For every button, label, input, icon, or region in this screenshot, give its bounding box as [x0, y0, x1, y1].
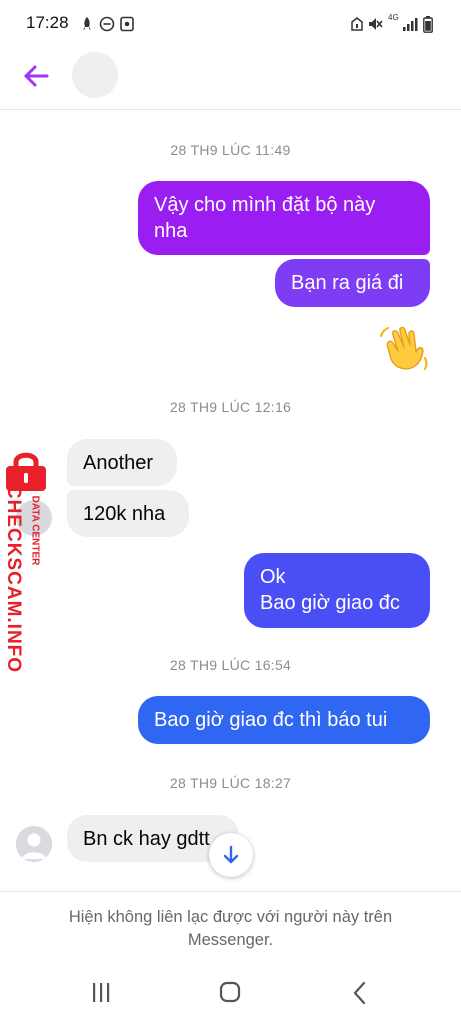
recent-apps-icon[interactable]: [81, 978, 121, 1008]
default-avatar-icon: [16, 826, 52, 862]
contact-avatar-small[interactable]: [16, 826, 52, 862]
watermark-main-text: CHECKSCAM.INFO: [3, 484, 24, 674]
message-text: 120k nha: [83, 503, 166, 525]
scroll-down-button[interactable]: [209, 833, 253, 877]
message-text: Bao giờ giao đc thì báo tui: [154, 709, 388, 731]
arrow-down-icon: [223, 845, 239, 864]
contact-avatar[interactable]: [72, 52, 118, 98]
message-text: Bn ck hay gdtt: [83, 828, 210, 850]
vibrate-mute-icon: [369, 18, 383, 30]
4g-signal-icon: 4G: [388, 13, 399, 22]
outgoing-message[interactable]: Vậy cho mình đặt bộ này nha: [138, 181, 430, 255]
message-text: Vậy cho mình đặt bộ này nha: [154, 194, 376, 242]
alarm-icon: [351, 17, 363, 31]
battery-icon: [423, 16, 433, 33]
do-not-disturb-icon: [99, 16, 115, 32]
timestamp: 28 TH9 LÚC 11:49: [170, 142, 291, 158]
outgoing-message[interactable]: Bạn ra giá đi: [275, 259, 430, 307]
system-nav-bar: [0, 960, 461, 1024]
status-bar: 17:28 4G: [0, 0, 461, 44]
timestamp: 28 TH9 LÚC 12:16: [169, 399, 292, 415]
screenshot-icon: [120, 16, 134, 32]
outgoing-message[interactable]: Bao giờ giao đc thì báo tui: [138, 696, 430, 744]
incoming-message[interactable]: 120k nha: [67, 490, 189, 537]
arrow-left-icon[interactable]: [20, 60, 52, 92]
watermark-sub-text: DATA CENTER: [29, 495, 41, 566]
signal-bars-icon: [403, 18, 418, 31]
waving-hand-icon[interactable]: [378, 322, 432, 372]
chat-header: [0, 44, 461, 110]
rocket-icon: [83, 17, 91, 30]
incoming-message[interactable]: Another: [67, 439, 177, 486]
outgoing-message[interactable]: Ok Bao giờ giao đc: [244, 553, 430, 628]
home-icon[interactable]: [210, 978, 250, 1008]
watermark: CHECKSCAM.INFO DATA CENTER: [0, 450, 56, 675]
status-time: 17:28: [26, 13, 69, 32]
timestamp: 28 TH9 LÚC 18:27: [169, 775, 292, 791]
unavailable-notice: Hiện không liên lạc được với người này t…: [0, 891, 461, 956]
notice-text: Hiện không liên lạc được với người này t…: [68, 908, 393, 949]
message-text: Bạn ra giá đi: [291, 272, 404, 294]
message-text: Ok Bao giờ giao đc: [260, 566, 400, 614]
back-icon[interactable]: [340, 978, 380, 1008]
message-text: Another: [83, 452, 154, 474]
timestamp: 28 TH9 LÚC 16:54: [169, 657, 292, 673]
